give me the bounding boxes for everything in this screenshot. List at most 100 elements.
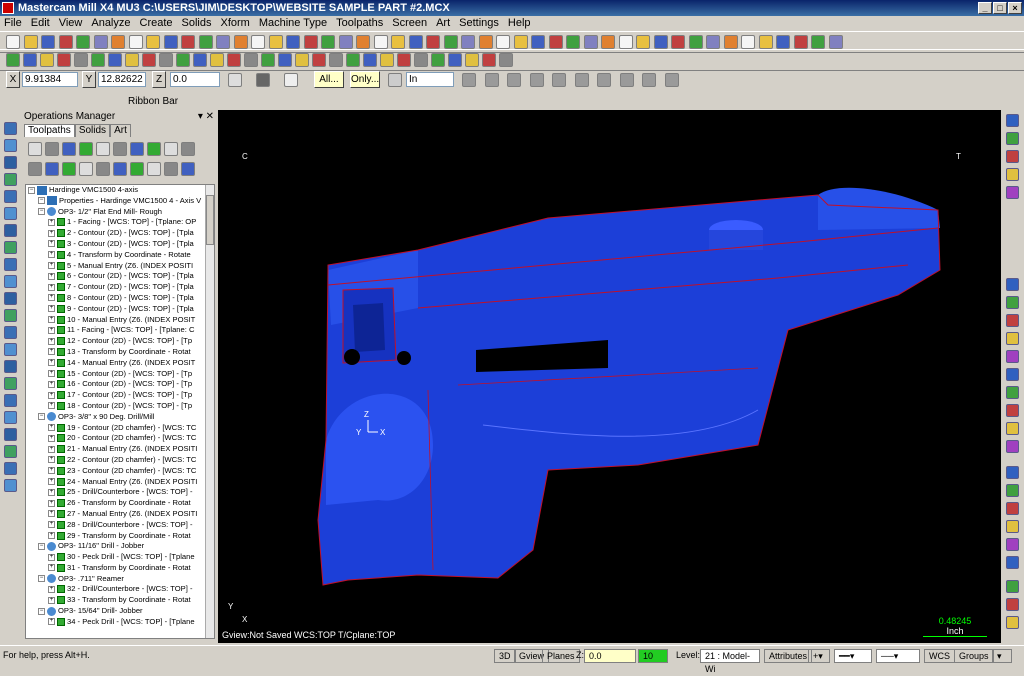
line-width-select[interactable]: ──▾	[876, 649, 920, 663]
toolbar-tool-icon[interactable]	[278, 53, 292, 67]
toolbar-tool-icon[interactable]	[41, 35, 55, 49]
toolbar-tool-icon[interactable]	[601, 35, 615, 49]
toolbar-tool-icon[interactable]	[210, 53, 224, 67]
toolpath-item[interactable]: +25 - Drill/Counterbore - [WCS: TOP] -	[26, 487, 214, 498]
menu-art[interactable]: Art	[436, 16, 450, 31]
wcs-button[interactable]: WCS	[924, 649, 955, 663]
menu-screen[interactable]: Screen	[392, 16, 427, 31]
toolbar-tool-icon[interactable]	[125, 53, 139, 67]
toolbar-tool-icon[interactable]	[499, 53, 513, 67]
side-tool-icon[interactable]	[4, 207, 17, 220]
toolbar-tool-icon[interactable]	[584, 35, 598, 49]
ops-tool-icon[interactable]	[45, 142, 59, 156]
selection-filter-icon[interactable]	[575, 73, 589, 87]
toolbar-tool-icon[interactable]	[426, 35, 440, 49]
ops-tool-icon[interactable]	[130, 142, 144, 156]
ops-tool-icon[interactable]	[62, 142, 76, 156]
toolbar-tool-icon[interactable]	[142, 53, 156, 67]
toolbar-tool-icon[interactable]	[479, 35, 493, 49]
side-tool-icon[interactable]	[4, 275, 17, 288]
menu-create[interactable]: Create	[140, 16, 173, 31]
expand-icon[interactable]: −	[38, 542, 45, 550]
toolpath-item[interactable]: +17 - Contour (2D) - [WCS: TOP] - [Tp	[26, 390, 214, 401]
toolbar-tool-icon[interactable]	[671, 35, 685, 49]
tab-art[interactable]: Art	[110, 124, 131, 137]
side-tool-icon[interactable]	[4, 479, 17, 492]
toolbar-tool-icon[interactable]	[741, 35, 755, 49]
toolbar-tool-icon[interactable]	[181, 35, 195, 49]
toolbar-tool-icon[interactable]	[496, 35, 510, 49]
expand-icon[interactable]: +	[48, 488, 55, 496]
toolbar-tool-icon[interactable]	[57, 53, 71, 67]
attributes-button[interactable]: Attributes	[764, 649, 813, 663]
side-tool-icon[interactable]	[1006, 502, 1019, 515]
toolbar-tool-icon[interactable]	[321, 35, 335, 49]
y-coord-input[interactable]: 12.82622	[98, 72, 146, 87]
side-tool-icon[interactable]	[1006, 278, 1019, 291]
toolpath-item[interactable]: +9 - Contour (2D) - [WCS: TOP] - [Tpla	[26, 304, 214, 315]
toolpath-item[interactable]: +2 - Contour (2D) - [WCS: TOP] - [Tpla	[26, 228, 214, 239]
side-tool-icon[interactable]	[1006, 150, 1019, 163]
menu-edit[interactable]: Edit	[31, 16, 50, 31]
groups-button[interactable]: Groups	[954, 649, 994, 663]
operation-group[interactable]: − OP3- 3/8" x 90 Deg. Drill/Mill	[26, 412, 214, 423]
expand-icon[interactable]: +	[48, 272, 55, 280]
toolbar-tool-icon[interactable]	[514, 35, 528, 49]
toolbar-tool-icon[interactable]	[111, 35, 125, 49]
toolbar-tool-icon[interactable]	[108, 53, 122, 67]
toolbar-tool-icon[interactable]	[91, 53, 105, 67]
ops-tool-icon[interactable]	[181, 142, 195, 156]
expand-icon[interactable]: +	[48, 218, 55, 226]
ops-tool-icon[interactable]	[113, 162, 127, 176]
expand-icon[interactable]: +	[48, 229, 55, 237]
menu-toolpaths[interactable]: Toolpaths	[336, 16, 383, 31]
expand-icon[interactable]: +	[48, 251, 55, 259]
toolpath-item[interactable]: +15 - Contour (2D) - [WCS: TOP] - [Tp	[26, 369, 214, 380]
ops-tool-icon[interactable]	[181, 162, 195, 176]
quick-mask-icon[interactable]	[256, 73, 270, 87]
side-tool-icon[interactable]	[1006, 466, 1019, 479]
toolpath-item[interactable]: +6 - Contour (2D) - [WCS: TOP] - [Tpla	[26, 271, 214, 282]
toolbar-tool-icon[interactable]	[654, 35, 668, 49]
toolbar-tool-icon[interactable]	[164, 35, 178, 49]
toolbar-tool-icon[interactable]	[199, 35, 213, 49]
toolbar-tool-icon[interactable]	[397, 53, 411, 67]
toolbar-tool-icon[interactable]	[776, 35, 790, 49]
selection-filter-icon[interactable]	[485, 73, 499, 87]
tree-scrollbar[interactable]	[205, 185, 214, 638]
select-only-button[interactable]: Only...	[350, 71, 380, 88]
operations-tree[interactable]: − Hardinge VMC1500 4-axis − Properties - Ha…	[25, 184, 215, 639]
operation-group[interactable]: − OP3- .711" Reamer	[26, 574, 214, 585]
level-select[interactable]: 21 : Model- Wi	[700, 649, 760, 674]
side-tool-icon[interactable]	[1006, 114, 1019, 127]
menu-solids[interactable]: Solids	[182, 16, 212, 31]
toolbar-tool-icon[interactable]	[829, 35, 843, 49]
side-tool-icon[interactable]	[4, 139, 17, 152]
expand-icon[interactable]: +	[48, 499, 55, 507]
side-tool-icon[interactable]	[1006, 520, 1019, 533]
toolbar-tool-icon[interactable]	[129, 35, 143, 49]
toolbar-tool-icon[interactable]	[216, 35, 230, 49]
expand-icon[interactable]: +	[48, 380, 55, 388]
toolbar-tool-icon[interactable]	[391, 35, 405, 49]
toolbar-tool-icon[interactable]	[549, 35, 563, 49]
side-tool-icon[interactable]	[1006, 422, 1019, 435]
expand-icon[interactable]: +	[48, 305, 55, 313]
toolpath-item[interactable]: +22 - Contour (2D chamfer) - [WCS: TC	[26, 455, 214, 466]
expand-icon[interactable]: +	[48, 434, 55, 442]
expand-icon[interactable]: +	[48, 532, 55, 539]
toolbar-tool-icon[interactable]	[724, 35, 738, 49]
side-tool-icon[interactable]	[1006, 556, 1019, 569]
toolbar-tool-icon[interactable]	[227, 53, 241, 67]
side-tool-icon[interactable]	[4, 462, 17, 475]
expand-icon[interactable]: +	[48, 510, 55, 518]
toolpath-item[interactable]: +10 - Manual Entry (Z6. (INDEX POSIT	[26, 315, 214, 326]
toolbar-tool-icon[interactable]	[176, 53, 190, 67]
side-tool-icon[interactable]	[4, 360, 17, 373]
toolbar-tool-icon[interactable]	[269, 35, 283, 49]
toolpath-item[interactable]: +18 - Contour (2D) - [WCS: TOP] - [Tp	[26, 401, 214, 412]
menu-analyze[interactable]: Analyze	[91, 16, 130, 31]
toolbar-tool-icon[interactable]	[380, 53, 394, 67]
expand-icon[interactable]: +	[48, 294, 55, 302]
graphics-viewport[interactable]: Z X Y C T Y X Gview:Not Saved WCS:TOP T/…	[218, 110, 1001, 643]
